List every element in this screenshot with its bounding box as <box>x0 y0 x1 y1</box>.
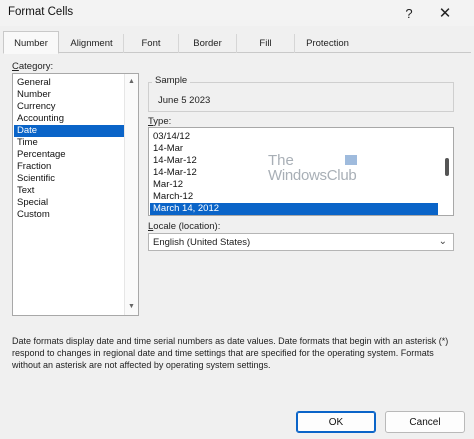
category-list[interactable]: General Number Currency Accounting Date … <box>12 73 139 316</box>
tab-protection[interactable]: Protection <box>295 34 360 53</box>
tab-font[interactable]: Font <box>124 34 179 53</box>
ok-button[interactable]: OK <box>296 411 376 433</box>
category-label: Category: <box>12 61 54 72</box>
scroll-down-icon[interactable]: ▼ <box>125 301 138 313</box>
dialog-title: Format Cells <box>8 6 74 18</box>
list-item[interactable]: Scientific <box>14 173 124 185</box>
type-label: Type: <box>148 116 172 127</box>
tab-border[interactable]: Border <box>179 34 237 53</box>
list-item[interactable]: Number <box>14 89 124 101</box>
tab-strip: Number Alignment Font Border Fill Protec… <box>3 31 471 54</box>
list-item[interactable]: Text <box>14 185 124 197</box>
cancel-button[interactable]: Cancel <box>385 411 465 433</box>
watermark: The WindowsClub <box>268 152 378 186</box>
chevron-down-icon[interactable]: ⌄ <box>439 236 447 247</box>
sample-value: June 5 2023 <box>158 95 211 106</box>
locale-label: Locale (location): <box>148 221 221 232</box>
tab-number[interactable]: Number <box>3 31 59 54</box>
watermark-line2: WindowsClub <box>268 167 357 184</box>
list-item[interactable]: 03/14/12 <box>150 131 438 143</box>
title-bar: Format Cells ? ✕ <box>0 0 474 26</box>
locale-dropdown[interactable]: English (United States) ⌄ <box>148 233 454 251</box>
sample-label: Sample <box>152 75 191 86</box>
list-item[interactable]: Fraction <box>14 161 124 173</box>
tab-fill[interactable]: Fill <box>237 34 295 53</box>
list-item[interactable]: General <box>14 77 124 89</box>
list-item[interactable]: Custom <box>14 209 124 221</box>
list-item[interactable]: Currency <box>14 101 124 113</box>
list-item[interactable]: Percentage <box>14 149 124 161</box>
list-item-selected[interactable]: March 14, 2012 <box>150 203 438 215</box>
type-scrollbar-thumb[interactable] <box>445 158 449 176</box>
list-item-selected[interactable]: Date <box>14 125 124 137</box>
list-item[interactable]: Accounting <box>14 113 124 125</box>
list-item[interactable]: March-12 <box>150 191 438 203</box>
locale-value: English (United States) <box>153 237 251 248</box>
category-scrollbar[interactable]: ▲ ▼ <box>124 74 138 315</box>
help-button[interactable]: ? <box>395 2 423 24</box>
list-item[interactable]: Time <box>14 137 124 149</box>
windowsclub-logo-icon <box>345 155 357 165</box>
tab-alignment[interactable]: Alignment <box>60 34 124 53</box>
list-item[interactable]: Special <box>14 197 124 209</box>
close-button[interactable]: ✕ <box>431 2 459 24</box>
format-description: Date formats display date and time seria… <box>12 336 449 370</box>
scroll-up-icon[interactable]: ▲ <box>125 76 138 88</box>
